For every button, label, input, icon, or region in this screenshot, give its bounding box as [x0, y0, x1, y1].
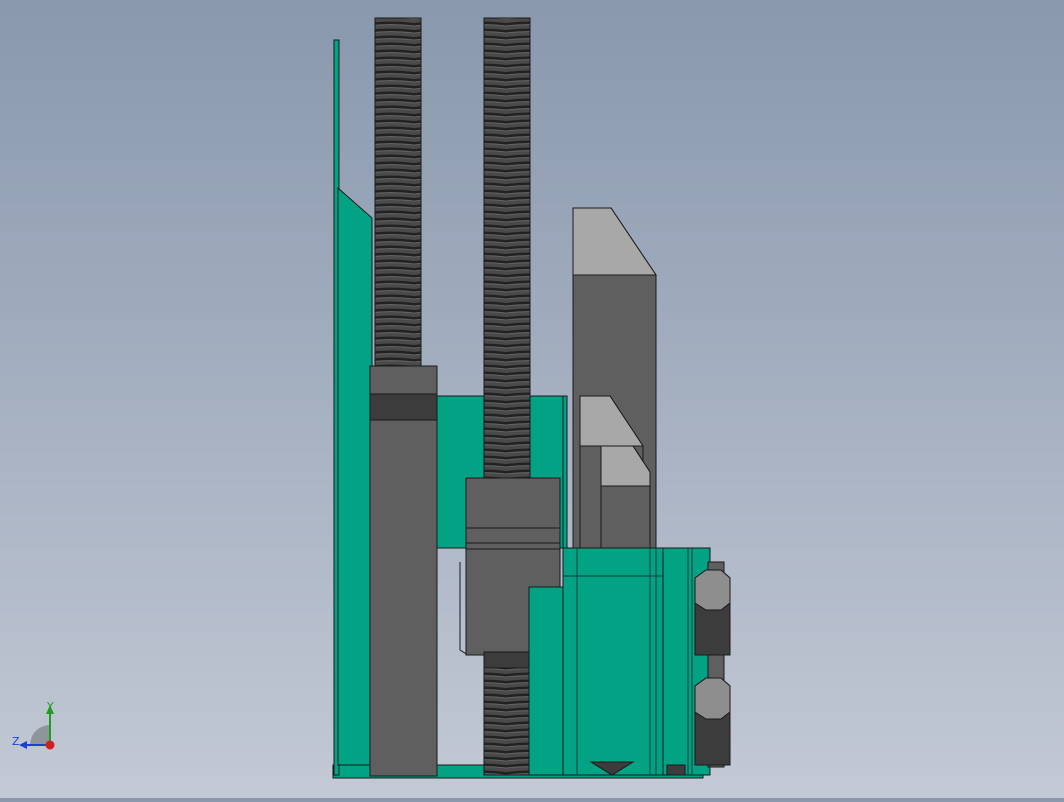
x-axis-dot	[45, 740, 55, 750]
threaded-rod-middle-lower	[483, 654, 531, 776]
middle-block-collar	[483, 651, 531, 669]
y-axis-label: Y	[46, 700, 54, 713]
hex-nut-upper	[694, 569, 731, 656]
left-sheet-bevel	[337, 186, 373, 766]
left-column	[369, 365, 438, 777]
z-axis-arrow	[19, 741, 27, 749]
axis-triad[interactable]: Y Z	[12, 700, 55, 750]
assembly-drawing: Y Z	[12, 17, 731, 779]
cad-viewport[interactable]: Y Z	[0, 0, 1064, 798]
clamp-body	[562, 547, 664, 776]
middle-bracket-lip	[562, 395, 568, 557]
threaded-rod-left	[374, 17, 422, 367]
z-axis-label: Z	[12, 735, 20, 748]
threaded-rod-middle	[483, 17, 531, 479]
right-upper-bar-chamfer	[572, 207, 657, 276]
nut-washer	[666, 764, 686, 776]
hex-nut-lower	[694, 677, 731, 766]
left-column-band	[369, 393, 438, 421]
